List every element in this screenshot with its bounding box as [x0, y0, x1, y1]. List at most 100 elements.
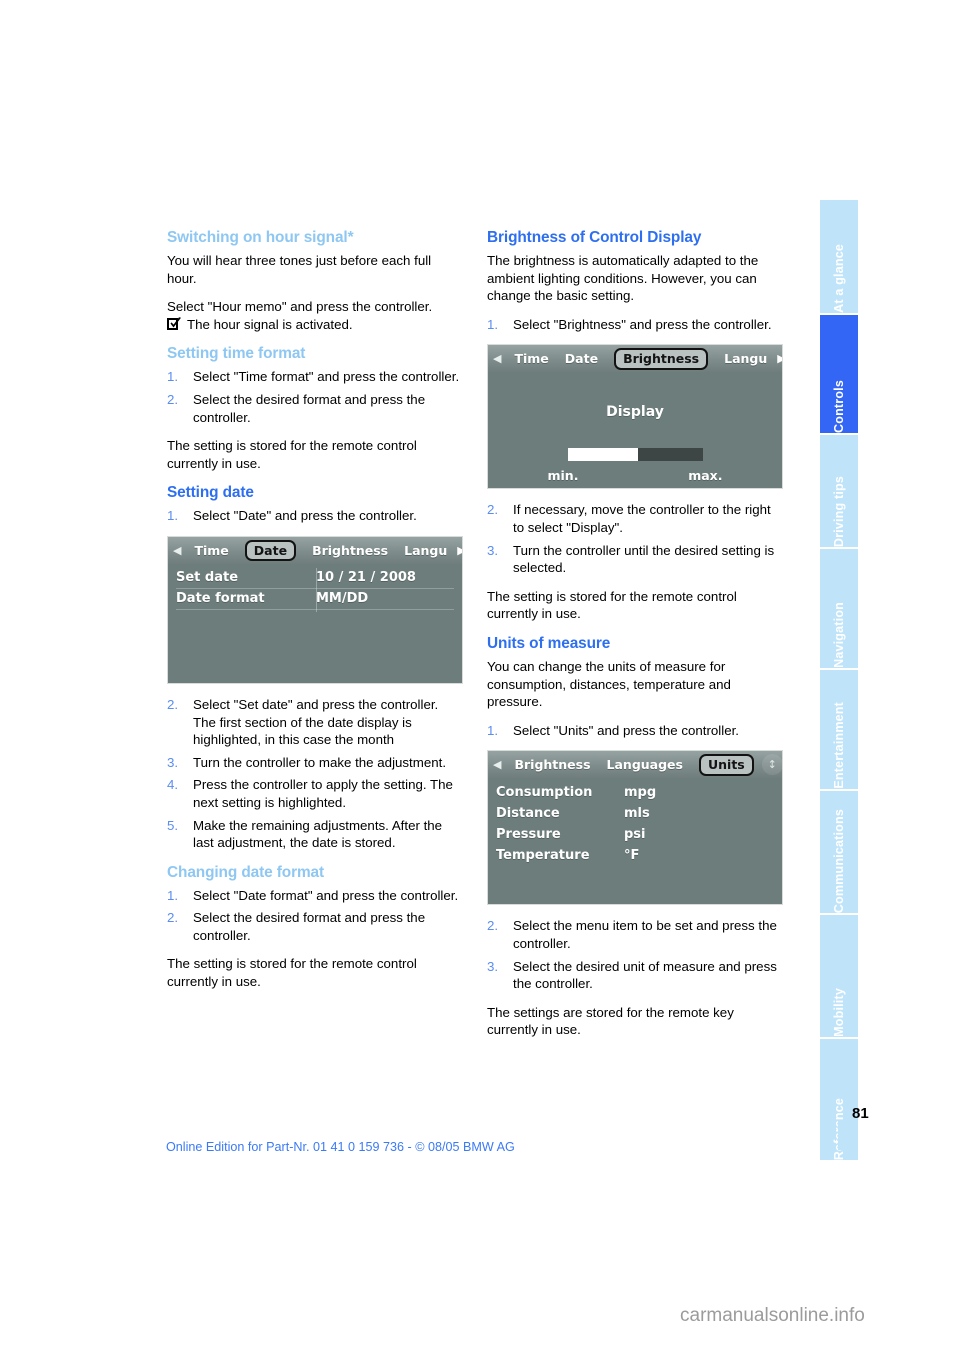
row-value: psi	[624, 827, 646, 843]
list-item: 1. Select "Date format" and press the con…	[167, 887, 463, 905]
time-format-steps: 1. Select "Time format" and press the con…	[167, 368, 463, 426]
step-text: Turn the controller until the desired se…	[513, 542, 775, 576]
step-text: Select "Brightness" and press the contro…	[513, 316, 772, 332]
idrive-screenshot-brightness: ◀ Time Date Brightness Langu ▶ ↕ Display…	[487, 344, 783, 490]
step-number: 4.	[167, 777, 179, 793]
idrive-menu-bar: ◀ Brightness Languages Units ↕	[488, 751, 782, 779]
brightness-slider[interactable]	[496, 447, 774, 461]
step-text: Select the menu item to be set and press…	[513, 918, 777, 951]
idrive-body-date: Set date 10 / 21 / 2008 Date format MM/D…	[168, 564, 462, 683]
step-number: 2.	[487, 918, 499, 934]
hour-signal-checkbox-line: The hour signal is activated.	[167, 316, 463, 334]
table-row[interactable]: Distance mls	[496, 803, 774, 824]
step-number: 3.	[487, 958, 499, 974]
step-text: Make the remaining adjustments. After th…	[193, 817, 443, 851]
arrow-left-icon: ◀	[493, 352, 502, 366]
idrive-body-brightness: Display min. max.	[488, 372, 782, 488]
list-item: 3. Select the desired unit of measure and…	[487, 958, 783, 993]
sidebar-tab-label: Controls	[832, 380, 846, 433]
row-value: mpg	[624, 785, 657, 801]
arrow-right-icon[interactable]: ▶	[777, 353, 782, 364]
step-number: 1.	[167, 508, 179, 524]
footer-tab-marker	[838, 1120, 844, 1150]
heading-setting-time-format: Setting time format	[167, 345, 306, 363]
arrow-right-icon[interactable]: ▶	[457, 545, 462, 556]
table-row[interactable]: Pressure psi	[496, 824, 774, 845]
idrive-menu-item-date-selected[interactable]: Date	[244, 539, 297, 562]
list-item: 1. Select "Date" and press the controller…	[167, 507, 463, 525]
idrive-menu-item-brightness[interactable]: Brightness	[514, 756, 590, 774]
step-text: Select "Date format" and press the contr…	[193, 887, 459, 903]
idrive-screenshot-date-menu: ◀ Time Date Brightness Langu ▶ ↕ Set dat…	[167, 535, 463, 684]
idrive-menu-item-languages[interactable]: Languages	[607, 756, 683, 774]
idrive-menu-item-time[interactable]: Time	[514, 350, 548, 368]
step-number: 2.	[167, 696, 179, 712]
list-item: 4. Press the controller to apply the sett…	[167, 776, 463, 811]
time-format-closing: The setting is stored for the remote con…	[167, 438, 417, 471]
slider-scale-labels: min. max.	[548, 467, 723, 485]
list-item: 3. Turn the controller to make the adjust…	[167, 754, 463, 772]
step-number: 2.	[167, 391, 179, 407]
units-paragraph-1: You can change the units of measure for …	[487, 658, 731, 710]
slider-track[interactable]	[567, 447, 703, 461]
page-number: 81	[852, 1105, 869, 1122]
brightness-paragraph-1: The brightness is automatically adapted …	[487, 253, 759, 304]
slider-min-label: min.	[547, 467, 579, 483]
idrive-screenshot-units: ◀ Brightness Languages Units ↕ Consumpti…	[487, 750, 783, 906]
setting-date-step-1: 1. Select "Date" and press the controller…	[167, 507, 463, 525]
units-steps: 2. Select the menu item to be set and pre…	[487, 917, 783, 992]
step-number: 1.	[167, 887, 179, 903]
row-label: Pressure	[496, 827, 561, 843]
footer-edition-note: Online Edition for Part-Nr. 01 41 0 159 …	[166, 1140, 515, 1154]
list-item: 2. Select the desired format and press th…	[167, 909, 463, 944]
row-value: °F	[624, 848, 640, 864]
idrive-menu-item-brightness-selected[interactable]: Brightness	[614, 348, 709, 370]
row-value: MM/DD	[316, 590, 369, 606]
idrive-menu-item-time[interactable]: Time	[194, 542, 228, 560]
table-row[interactable]: Set date 10 / 21 / 2008	[176, 568, 454, 589]
table-row[interactable]: Consumption mpg	[496, 782, 774, 803]
sidebar-tab-label: Driving tips	[832, 475, 846, 547]
idrive-menu-item-brightness[interactable]: Brightness	[312, 542, 388, 560]
sidebar-tab-at-a-glance[interactable]: At a glance	[820, 200, 858, 313]
step-number: 1.	[167, 369, 179, 385]
sidebar-tab-driving-tips[interactable]: Driving tips	[820, 435, 858, 547]
heading-setting-date: Setting date	[167, 484, 254, 502]
sidebar-tab-controls[interactable]: Controls	[820, 315, 858, 433]
row-label: Date format	[176, 590, 265, 606]
list-item: 2. Select the menu item to be set and pre…	[487, 917, 783, 952]
hour-signal-checkbox-text: The hour signal is activated.	[187, 316, 353, 332]
list-item: 1. Select "Units" and press the controlle…	[487, 722, 783, 740]
idrive-menu-item-languages[interactable]: Langu	[724, 350, 767, 368]
left-text-column: Switching on hour signal* You will hear …	[167, 228, 463, 1002]
right-text-column: Brightness of Control Display The bright…	[487, 228, 783, 1050]
step-text: Select "Time format" and press the contr…	[193, 369, 460, 385]
display-slider-title: Display	[606, 404, 664, 421]
table-row[interactable]: Date format MM/DD	[176, 589, 454, 610]
hour-signal-paragraph-2: Select "Hour memo" and press the control…	[167, 299, 433, 315]
scroll-updown-icon: ↕	[761, 754, 782, 776]
idrive-menu-item-languages[interactable]: Langu	[404, 542, 447, 560]
step-number: 5.	[167, 817, 179, 833]
heading-switching-on-hour-signal: Switching on hour signal*	[167, 229, 354, 246]
sidebar-tab-label: At a glance	[832, 244, 846, 313]
hour-signal-paragraph-1: You will hear three tones just before ea…	[167, 253, 432, 286]
idrive-menu-item-units-selected[interactable]: Units	[698, 754, 754, 776]
setting-date-steps: 2. Select "Set date" and press the contro…	[167, 696, 463, 852]
brightness-closing: The setting is stored for the remote con…	[487, 588, 737, 622]
sidebar-tab-mobility[interactable]: Mobility	[820, 915, 858, 1037]
step-number: 1.	[487, 722, 499, 738]
slider-fill	[567, 447, 638, 461]
sidebar-tab-communications[interactable]: Communications	[820, 791, 858, 913]
row-label: Temperature	[496, 848, 590, 864]
step-text: Select "Set date" and press the controll…	[193, 696, 439, 748]
idrive-menu-bar: ◀ Time Date Brightness Langu ▶ ↕	[168, 536, 462, 564]
sidebar-tab-navigation[interactable]: Navigation	[820, 549, 858, 668]
idrive-menu-item-date[interactable]: Date	[565, 350, 598, 368]
table-row[interactable]: Temperature °F	[496, 845, 774, 866]
step-number: 3.	[167, 754, 179, 770]
step-number: 3.	[487, 542, 499, 558]
step-text: If necessary, move the controller to the…	[513, 502, 771, 535]
sidebar-tab-entertainment[interactable]: Entertainment	[820, 670, 858, 789]
step-text: Select the desired format and press the …	[193, 391, 426, 425]
